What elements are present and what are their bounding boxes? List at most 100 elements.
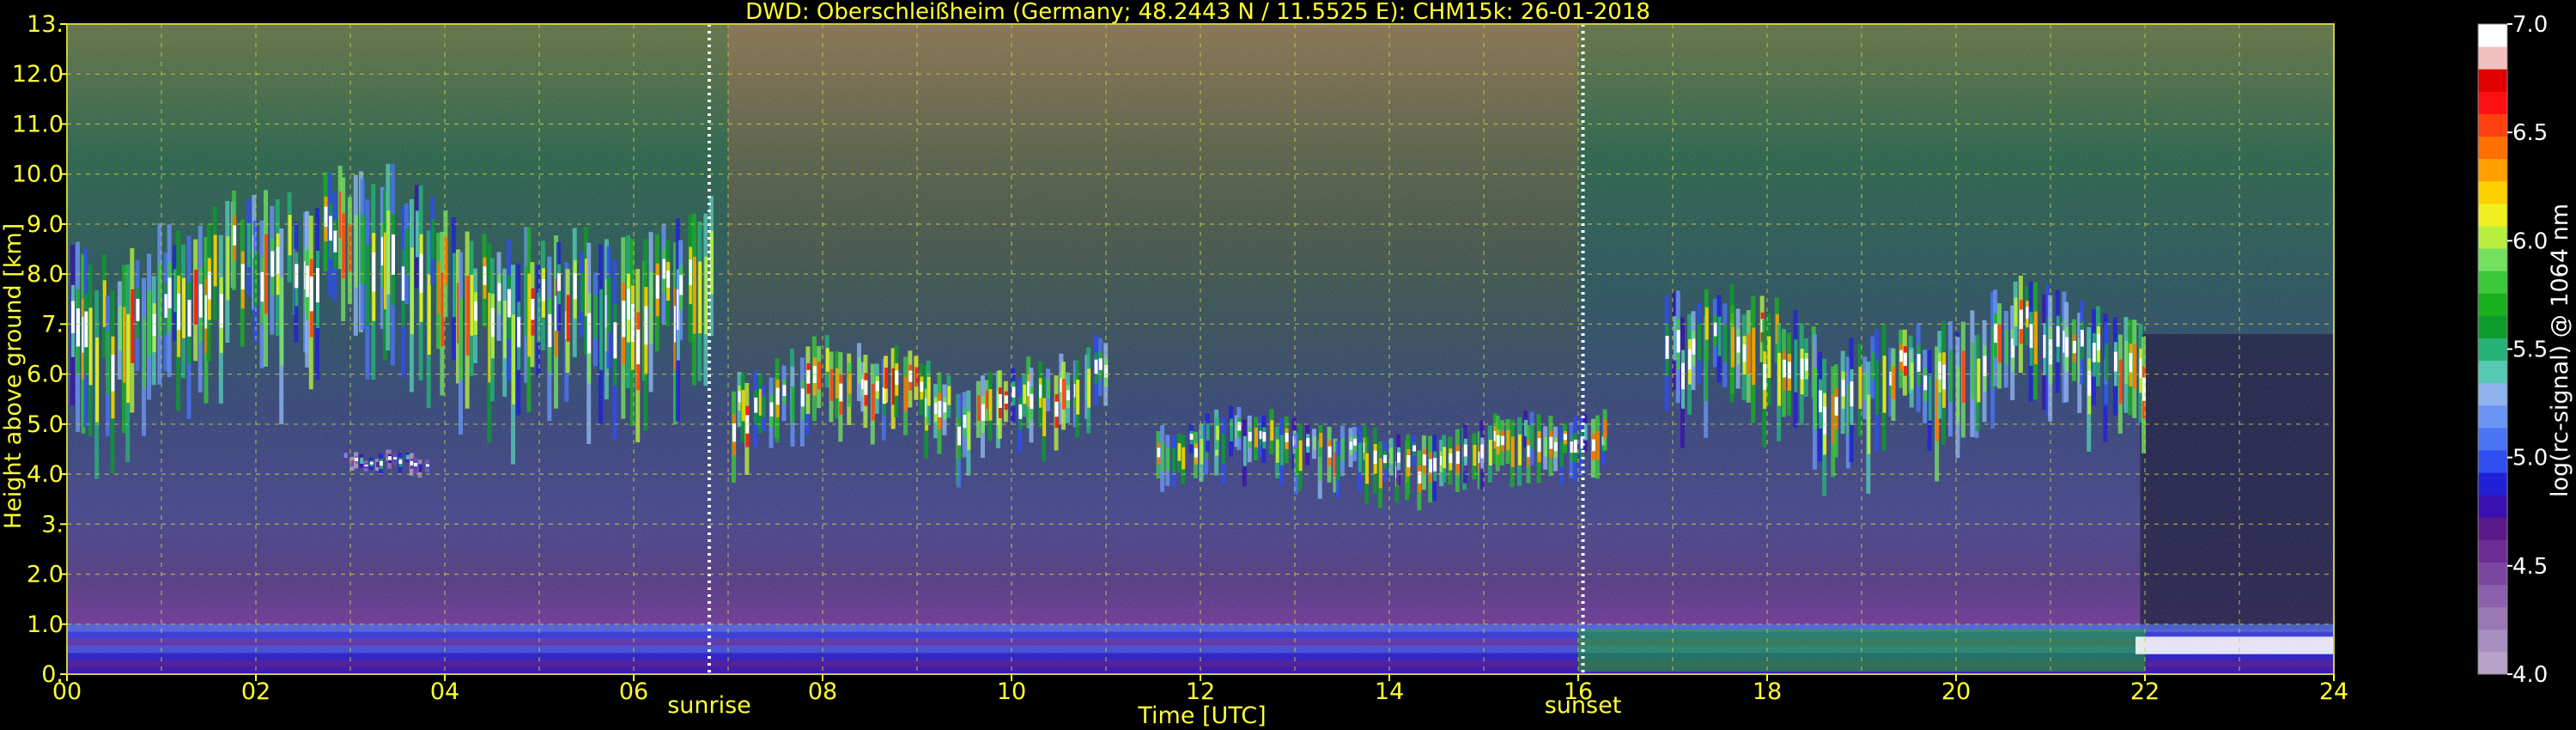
- x-tick-label: 20: [1941, 678, 1971, 705]
- y-tick-label: 4.0: [27, 461, 64, 488]
- streak-core: [1510, 436, 1515, 467]
- streak-peak: [938, 400, 942, 417]
- streak-peak: [152, 313, 156, 337]
- y-tick-label: 3.: [41, 511, 64, 538]
- streak-core: [967, 411, 971, 450]
- streak-peak: [800, 388, 805, 407]
- y-tick-label: 0.: [41, 661, 64, 688]
- streak-peak: [136, 298, 140, 321]
- streak-peak: [1353, 438, 1358, 446]
- streak-peak: [387, 456, 392, 460]
- streak-peak: [393, 457, 398, 460]
- streak-core: [1910, 362, 1914, 390]
- streak-peak: [782, 385, 787, 397]
- streak-peak: [1899, 350, 1904, 362]
- streak-peak: [1098, 358, 1103, 370]
- y-tick-label: 1.0: [27, 611, 64, 638]
- streak-peak: [732, 423, 737, 442]
- streak-core: [1928, 375, 1932, 421]
- streak-core: [1365, 453, 1370, 484]
- colorbar-segment: [2478, 517, 2507, 540]
- streak-peak: [548, 313, 552, 348]
- streak-peak: [70, 301, 75, 333]
- streak-peak: [679, 275, 683, 295]
- streak-core: [1867, 394, 1871, 454]
- streak-core: [762, 396, 766, 417]
- streak-core: [692, 256, 696, 334]
- streak-peak: [963, 415, 967, 429]
- streak-core: [1723, 324, 1728, 362]
- streak-core: [342, 213, 346, 278]
- streak-peak: [662, 259, 666, 279]
- sunrise-label: sunrise: [667, 692, 751, 719]
- streak-core: [1997, 324, 2002, 363]
- streak-core: [598, 289, 603, 370]
- streak-peak: [1262, 432, 1267, 442]
- colorbar-label: log(rc-signal) @ 1064 nm: [2547, 204, 2573, 497]
- streak-core: [791, 386, 795, 423]
- streak-peak: [1736, 336, 1741, 353]
- streak-peak: [425, 464, 429, 467]
- streak-peak: [769, 402, 774, 417]
- streak-peak: [1983, 356, 1987, 377]
- streak-peak: [1306, 438, 1310, 447]
- streak-core: [1042, 398, 1047, 436]
- streak-core: [1182, 447, 1186, 470]
- streak-peak: [1422, 454, 1426, 465]
- streak-core: [1172, 448, 1176, 473]
- colorbar-segment: [2478, 24, 2507, 47]
- streak-peak: [379, 461, 383, 466]
- streak-core: [1704, 307, 1709, 340]
- streak-core: [927, 376, 931, 406]
- streak-core: [1473, 445, 1477, 466]
- streak-peak: [1823, 406, 1827, 435]
- streak-core: [343, 453, 348, 459]
- streak-peak: [1591, 439, 1595, 452]
- streak-core: [825, 348, 829, 372]
- streak-peak: [1903, 352, 1907, 367]
- streak-core: [182, 277, 186, 338]
- streak-peak: [1463, 444, 1467, 457]
- streak-peak: [1406, 455, 1411, 468]
- streak-core: [871, 384, 875, 421]
- streak-peak: [2080, 329, 2084, 347]
- streak-peak: [1383, 454, 1388, 464]
- streak-core: [1279, 435, 1284, 466]
- streak-core: [1255, 428, 1259, 447]
- streak-peak: [1004, 395, 1008, 404]
- colorbar-segment: [2478, 91, 2507, 114]
- streak-peak: [2019, 309, 2023, 330]
- streak-peak: [1941, 364, 1946, 390]
- streak-core: [1318, 454, 1322, 482]
- streak-peak: [1189, 433, 1194, 440]
- colorbar-segment: [2478, 539, 2507, 563]
- streak-peak: [622, 301, 626, 338]
- streak-core: [1813, 368, 1817, 429]
- streak-peak: [517, 316, 521, 348]
- streak-peak: [1688, 349, 1692, 370]
- streak-core: [817, 361, 822, 390]
- streak-peak: [2113, 351, 2117, 372]
- x-tick-label: 24: [2319, 678, 2348, 705]
- streak-peak: [1349, 441, 1353, 450]
- streak-core: [1166, 447, 1170, 471]
- streak-core: [148, 290, 152, 356]
- colorbar-segment: [2478, 248, 2507, 271]
- streak-peak: [1157, 447, 1161, 458]
- x-tick-label: 04: [430, 678, 459, 705]
- x-tick-label: 02: [241, 678, 270, 705]
- streak-core: [1752, 327, 1756, 386]
- x-tick-label: 12: [1186, 678, 1215, 705]
- streak-core: [2133, 344, 2137, 389]
- y-tick-label: 7.: [41, 311, 64, 338]
- streak-peak: [1094, 359, 1098, 374]
- streak-peak: [392, 234, 396, 275]
- streak-peak: [207, 271, 211, 300]
- streak-peak: [839, 383, 843, 402]
- colorbar-tick-label: 5.5: [2512, 338, 2548, 363]
- streak-peak: [1787, 362, 1791, 379]
- streak-peak: [270, 251, 275, 277]
- streak-peak: [1782, 359, 1786, 378]
- streak-core: [350, 459, 355, 467]
- streak-peak: [490, 307, 495, 338]
